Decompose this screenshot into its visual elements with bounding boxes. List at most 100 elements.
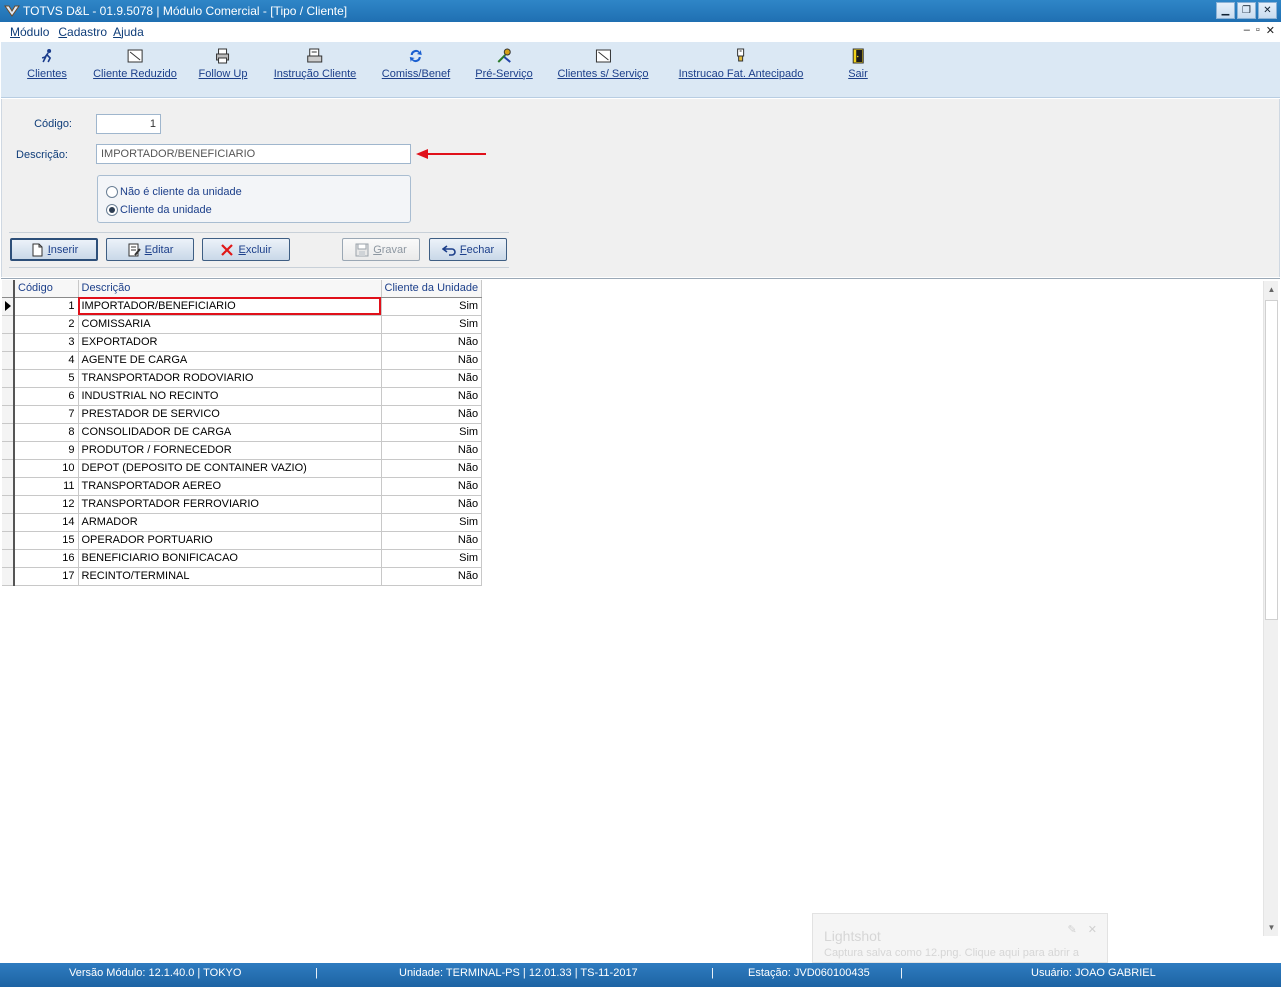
row-indicator[interactable] xyxy=(2,549,15,568)
lightshot-notification[interactable]: Lightshot Captura salva como 12.png. Cli… xyxy=(812,913,1108,963)
table-row[interactable]: 10 DEPOT (DEPOSITO DE CONTAINER VAZIO) Não xyxy=(2,459,483,478)
cell-codigo[interactable]: 2 xyxy=(14,315,79,334)
cell-descricao[interactable]: EXPORTADOR xyxy=(78,333,382,352)
cell-cliente-unidade[interactable]: Sim xyxy=(381,297,483,316)
toolbar-instrucao-cliente-button[interactable]: Instrução Cliente xyxy=(274,48,356,80)
table-row[interactable]: 14 ARMADOR Sim xyxy=(2,513,483,532)
table-row[interactable]: 2 COMISSARIA Sim xyxy=(2,315,483,334)
cell-codigo[interactable]: 17 xyxy=(14,567,79,586)
menu-modulo[interactable]: Módulo xyxy=(10,25,49,39)
cell-codigo[interactable]: 6 xyxy=(14,387,79,406)
row-indicator[interactable] xyxy=(2,459,15,478)
toolbar-pre-servico-button[interactable]: Pré-Serviço xyxy=(475,48,533,80)
table-row[interactable]: 11 TRANSPORTADOR AEREO Não xyxy=(2,477,483,496)
table-row[interactable]: 17 RECINTO/TERMINAL Não xyxy=(2,567,483,586)
scroll-down-icon[interactable]: ▼ xyxy=(1264,919,1279,936)
minimize-button[interactable]: ▁ xyxy=(1216,2,1235,19)
row-indicator[interactable] xyxy=(2,477,15,496)
scroll-up-icon[interactable]: ▲ xyxy=(1264,281,1279,298)
row-indicator[interactable] xyxy=(2,513,15,532)
table-row[interactable]: 9 PRODUTOR / FORNECEDOR Não xyxy=(2,441,483,460)
gravar-button[interactable]: Gravar xyxy=(342,238,420,261)
cell-cliente-unidade[interactable]: Não xyxy=(381,495,483,514)
vertical-scrollbar[interactable]: ▲ ▼ xyxy=(1263,281,1278,936)
cell-cliente-unidade[interactable]: Não xyxy=(381,387,483,406)
cell-codigo[interactable]: 14 xyxy=(14,513,79,532)
cell-cliente-unidade[interactable]: Não xyxy=(381,441,483,460)
cell-cliente-unidade[interactable]: Sim xyxy=(381,513,483,532)
close-button[interactable]: ✕ xyxy=(1258,2,1277,19)
scroll-thumb[interactable] xyxy=(1265,300,1278,620)
codigo-field[interactable]: 1 xyxy=(96,114,161,134)
cell-codigo[interactable]: 11 xyxy=(14,477,79,496)
cell-cliente-unidade[interactable]: Não xyxy=(381,531,483,550)
row-indicator[interactable] xyxy=(2,405,15,424)
toolbar-instrucao-fat-antecipado-button[interactable]: Instrucao Fat. Antecipado xyxy=(679,48,803,80)
column-header-cliente-unidade[interactable]: Cliente da Unidade xyxy=(381,280,483,298)
cell-codigo[interactable]: 3 xyxy=(14,333,79,352)
toolbar-follow-up-button[interactable]: Follow Up xyxy=(199,48,247,80)
cell-codigo[interactable]: 10 xyxy=(14,459,79,478)
cell-descricao[interactable]: RECINTO/TERMINAL xyxy=(78,567,382,586)
cell-descricao[interactable]: OPERADOR PORTUARIO xyxy=(78,531,382,550)
cell-cliente-unidade[interactable]: Não xyxy=(381,369,483,388)
table-row[interactable]: 6 INDUSTRIAL NO RECINTO Não xyxy=(2,387,483,406)
cell-codigo[interactable]: 16 xyxy=(14,549,79,568)
column-header-descricao[interactable]: Descrição xyxy=(78,280,382,298)
cell-descricao[interactable]: ARMADOR xyxy=(78,513,382,532)
toolbar-clientes-button[interactable]: Clientes xyxy=(27,48,67,80)
cell-codigo[interactable]: 1 xyxy=(14,297,79,316)
cell-descricao[interactable]: PRODUTOR / FORNECEDOR xyxy=(78,441,382,460)
row-indicator[interactable] xyxy=(2,387,15,406)
row-pointer-icon[interactable] xyxy=(2,297,15,316)
table-row[interactable]: 16 BENEFICIARIO BONIFICACAO Sim xyxy=(2,549,483,568)
cell-descricao[interactable]: PRESTADOR DE SERVICO xyxy=(78,405,382,424)
cell-descricao[interactable]: IMPORTADOR/BENEFICIARIO xyxy=(78,297,382,316)
cell-descricao[interactable]: TRANSPORTADOR AEREO xyxy=(78,477,382,496)
row-indicator[interactable] xyxy=(2,531,15,550)
cell-descricao[interactable]: INDUSTRIAL NO RECINTO xyxy=(78,387,382,406)
cell-cliente-unidade[interactable]: Não xyxy=(381,477,483,496)
fechar-button[interactable]: Fechar xyxy=(429,238,507,261)
cell-codigo[interactable]: 12 xyxy=(14,495,79,514)
row-indicator[interactable] xyxy=(2,423,15,442)
cell-cliente-unidade[interactable]: Não xyxy=(381,405,483,424)
radio-nao-cliente[interactable]: Não é cliente da unidade xyxy=(106,186,242,198)
cell-descricao[interactable]: TRANSPORTADOR RODOVIARIO xyxy=(78,369,382,388)
toolbar-sair-button[interactable]: Sair xyxy=(848,48,868,80)
table-row[interactable]: 3 EXPORTADOR Não xyxy=(2,333,483,352)
toolbar-cliente-reduzido-button[interactable]: Cliente Reduzido xyxy=(93,48,177,80)
table-row[interactable]: 8 CONSOLIDADOR DE CARGA Sim xyxy=(2,423,483,442)
cell-codigo[interactable]: 7 xyxy=(14,405,79,424)
cell-cliente-unidade[interactable]: Sim xyxy=(381,423,483,442)
excluir-button[interactable]: Excluir xyxy=(202,238,290,261)
cell-cliente-unidade[interactable]: Não xyxy=(381,567,483,586)
row-indicator[interactable] xyxy=(2,441,15,460)
cell-cliente-unidade[interactable]: Não xyxy=(381,459,483,478)
inserir-button[interactable]: Inserir xyxy=(10,238,98,261)
table-row[interactable]: 5 TRANSPORTADOR RODOVIARIO Não xyxy=(2,369,483,388)
cell-cliente-unidade[interactable]: Não xyxy=(381,333,483,352)
table-row[interactable]: 4 AGENTE DE CARGA Não xyxy=(2,351,483,370)
cell-codigo[interactable]: 15 xyxy=(14,531,79,550)
close-icon[interactable]: ✕ xyxy=(1088,924,1097,936)
cell-descricao[interactable]: AGENTE DE CARGA xyxy=(78,351,382,370)
row-indicator[interactable] xyxy=(2,495,15,514)
cell-cliente-unidade[interactable]: Não xyxy=(381,351,483,370)
table-row[interactable]: 15 OPERADOR PORTUARIO Não xyxy=(2,531,483,550)
cell-codigo[interactable]: 5 xyxy=(14,369,79,388)
pencil-icon[interactable]: ✎ xyxy=(1068,924,1077,936)
cell-cliente-unidade[interactable]: Sim xyxy=(381,315,483,334)
cell-codigo[interactable]: 9 xyxy=(14,441,79,460)
table-row[interactable]: 1 IMPORTADOR/BENEFICIARIO Sim xyxy=(2,297,483,316)
table-row[interactable]: 12 TRANSPORTADOR FERROVIARIO Não xyxy=(2,495,483,514)
cell-descricao[interactable]: COMISSARIA xyxy=(78,315,382,334)
row-indicator[interactable] xyxy=(2,369,15,388)
radio-cliente-unidade[interactable]: Cliente da unidade xyxy=(106,204,212,216)
cell-descricao[interactable]: CONSOLIDADOR DE CARGA xyxy=(78,423,382,442)
row-indicator[interactable] xyxy=(2,315,15,334)
descricao-field[interactable]: IMPORTADOR/BENEFICIARIO xyxy=(96,144,411,164)
cell-cliente-unidade[interactable]: Sim xyxy=(381,549,483,568)
toolbar-clientes-servico-button[interactable]: Clientes s/ Serviço xyxy=(557,48,649,80)
cell-codigo[interactable]: 8 xyxy=(14,423,79,442)
